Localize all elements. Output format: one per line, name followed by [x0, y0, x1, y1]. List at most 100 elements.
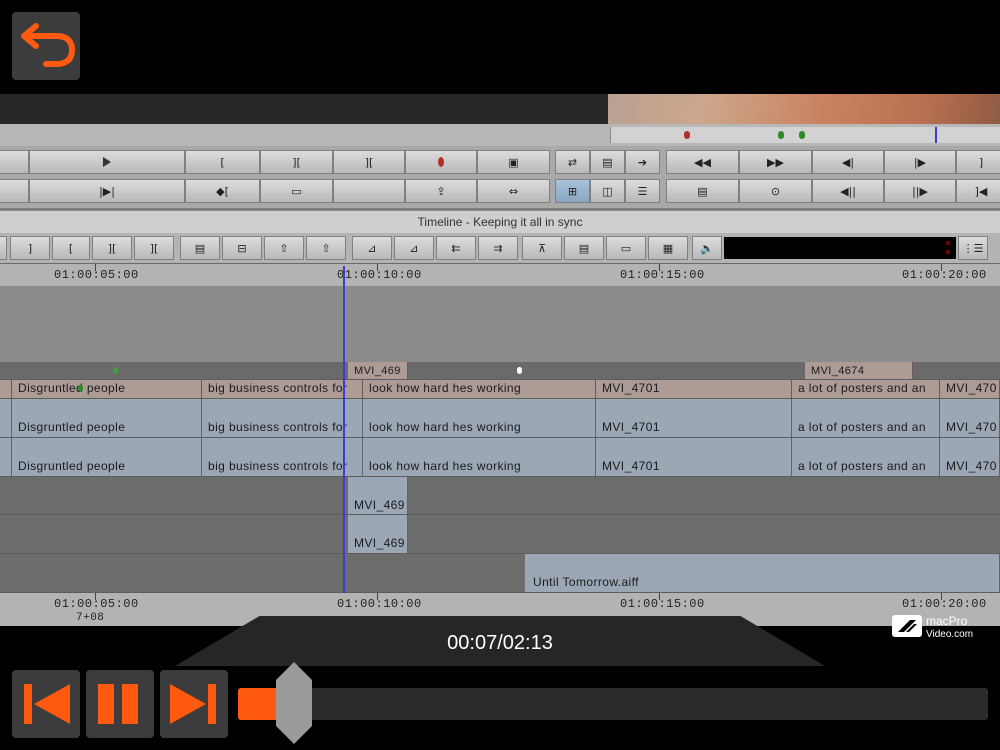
replace-button[interactable]: ◫ [590, 179, 625, 203]
mark-clip-button[interactable]: ][ [92, 236, 132, 260]
mark-out-button[interactable]: ] [10, 236, 50, 260]
clip[interactable]: big business controls for [202, 399, 363, 437]
clip[interactable]: MVI_4701 [596, 380, 792, 398]
back-button[interactable] [12, 12, 80, 80]
play-in-out-button[interactable]: |▶| [29, 179, 185, 203]
position-bar [0, 124, 1000, 147]
clip[interactable]: look how hard hes working [363, 399, 596, 437]
nudge-right-button[interactable]: ⇉ [478, 236, 518, 260]
clear-marks-button[interactable]: ▭ [260, 179, 333, 203]
jog-forward-button[interactable]: ||▶ [884, 179, 956, 203]
control-button[interactable] [0, 179, 29, 203]
splice-in-button[interactable]: ⇄ [555, 150, 590, 174]
clip[interactable]: a lot of posters and an [792, 380, 940, 398]
trim-right-button[interactable]: ⊿ [394, 236, 434, 260]
progress-track[interactable] [238, 688, 988, 720]
clip[interactable]: Disgruntled people [12, 380, 202, 398]
timecode-ruler-top[interactable]: 01:00:05:00 01:00:10:00 01:00:15:00 01:0… [0, 264, 1000, 287]
lift-button[interactable]: ▤ [590, 150, 625, 174]
control-button[interactable]: ]◀ [956, 179, 1000, 203]
clip-header[interactable]: MVI_469 [348, 362, 408, 379]
extract-button[interactable]: ⊟ [222, 236, 262, 260]
clip-button[interactable]: ▭ [606, 236, 646, 260]
trim-button[interactable]: ⇔ [477, 179, 550, 203]
position-indicator[interactable] [935, 127, 937, 143]
trim-left-button[interactable]: ⊿ [352, 236, 392, 260]
control-button[interactable] [333, 179, 405, 203]
marker-green [778, 131, 784, 139]
marker-green [78, 385, 83, 392]
top-bar [0, 0, 1000, 94]
clear-in-out-button[interactable]: ][ [134, 236, 174, 260]
playhead-marker[interactable] [343, 266, 345, 596]
clip[interactable]: MVI_469 [348, 515, 408, 553]
step-forward-button[interactable]: |▶ [884, 150, 956, 174]
video-track-row: Disgruntled people big business controls… [0, 380, 1000, 399]
step-back-button[interactable]: ◀| [812, 150, 884, 174]
extract-segment-button[interactable]: ⇧ [306, 236, 346, 260]
fast-forward-button[interactable]: ▶▶ [739, 150, 812, 174]
timecode-label: 01:00:05:00 [54, 597, 139, 611]
clip[interactable]: MVI_470 [940, 380, 1000, 398]
timecode-ruler-bottom[interactable]: 01:00:05:00 01:00:10:00 01:00:15:00 01:0… [0, 593, 1000, 616]
timeline-title-bar: Timeline - Keeping it all in sync [0, 210, 1000, 234]
settings-sliders-button[interactable]: ☰ [625, 179, 660, 203]
link-button[interactable]: ⊙ [739, 179, 812, 203]
overwrite-button[interactable]: ➔ [625, 150, 660, 174]
nudge-left-button[interactable]: ⇇ [436, 236, 476, 260]
clip[interactable]: look how hard hes working [363, 438, 596, 476]
add-marker-button[interactable] [405, 150, 477, 174]
pause-button[interactable] [86, 670, 154, 738]
control-button[interactable] [0, 150, 29, 174]
mark-clip-button[interactable]: ][ [260, 150, 333, 174]
clip[interactable]: MVI_4701 [596, 438, 792, 476]
timecode-sub-label: 7+08 [76, 612, 105, 624]
rewind-button[interactable]: ◀◀ [666, 150, 739, 174]
jog-back-button[interactable]: ◀|| [812, 179, 884, 203]
clip[interactable]: a lot of posters and an [792, 399, 940, 437]
back-arrow-icon [21, 23, 76, 67]
go-to-in-button[interactable]: ◆[ [185, 179, 260, 203]
toolbar-button[interactable] [0, 236, 7, 260]
clip[interactable]: MVI_4701 [596, 399, 792, 437]
lift-button[interactable]: ▤ [180, 236, 220, 260]
control-button[interactable]: ] [956, 150, 1000, 174]
segment-mode-button[interactable]: ⊞ [555, 179, 590, 203]
timecode-label: 01:00:10:00 [337, 268, 422, 282]
clip[interactable]: big business controls for [202, 438, 363, 476]
clip[interactable] [0, 399, 12, 437]
sequence-button[interactable]: ▤ [564, 236, 604, 260]
clip[interactable] [0, 438, 12, 476]
logo-text-line1: macPro [926, 614, 968, 628]
play-button[interactable] [29, 150, 185, 174]
clip[interactable]: Disgruntled people [12, 438, 202, 476]
clip[interactable]: Until Tomorrow.aiff [525, 554, 1000, 592]
mark-out-in-button[interactable]: ][ [333, 150, 405, 174]
timecode-label: 01:00:15:00 [620, 268, 705, 282]
skip-back-button[interactable] [12, 670, 80, 738]
audio-button[interactable]: 🔈 [692, 236, 722, 260]
clip[interactable]: MVI_469 [348, 477, 408, 514]
clip[interactable] [0, 380, 12, 398]
list-view-button[interactable]: ▤ [666, 179, 739, 203]
clip[interactable]: big business controls for [202, 380, 363, 398]
control-buttons: [ ][ ][ ▣ ⇄ ▤ ➔ ◀◀ ▶▶ ◀| |▶ ] |▶| ◆[ ▭ ⇪… [0, 146, 1000, 208]
extract-button[interactable]: ⇪ [405, 179, 477, 203]
lift-segment-button[interactable]: ⇧ [264, 236, 304, 260]
mark-in-button[interactable]: [ [185, 150, 260, 174]
clip[interactable]: MVI_470 [940, 399, 1000, 437]
clip[interactable]: MVI_470 [940, 438, 1000, 476]
macprovideo-logo: macPro Video.com [892, 614, 973, 640]
match-frame-button[interactable]: ▣ [477, 150, 550, 174]
mark-in-button[interactable]: [ [52, 236, 90, 260]
audio-track-row: Disgruntled people big business controls… [0, 399, 1000, 438]
position-ruler[interactable] [610, 127, 1000, 143]
top-button[interactable]: ⊼ [522, 236, 562, 260]
list-button[interactable]: ▦ [648, 236, 688, 260]
clip[interactable]: a lot of posters and an [792, 438, 940, 476]
skip-forward-button[interactable] [160, 670, 228, 738]
clip[interactable]: Disgruntled people [12, 399, 202, 437]
clip[interactable]: look how hard hes working [363, 380, 596, 398]
timeline-menu-button[interactable]: ⋮☰ [958, 236, 988, 260]
clip-header[interactable]: MVI_4674 [805, 362, 913, 379]
